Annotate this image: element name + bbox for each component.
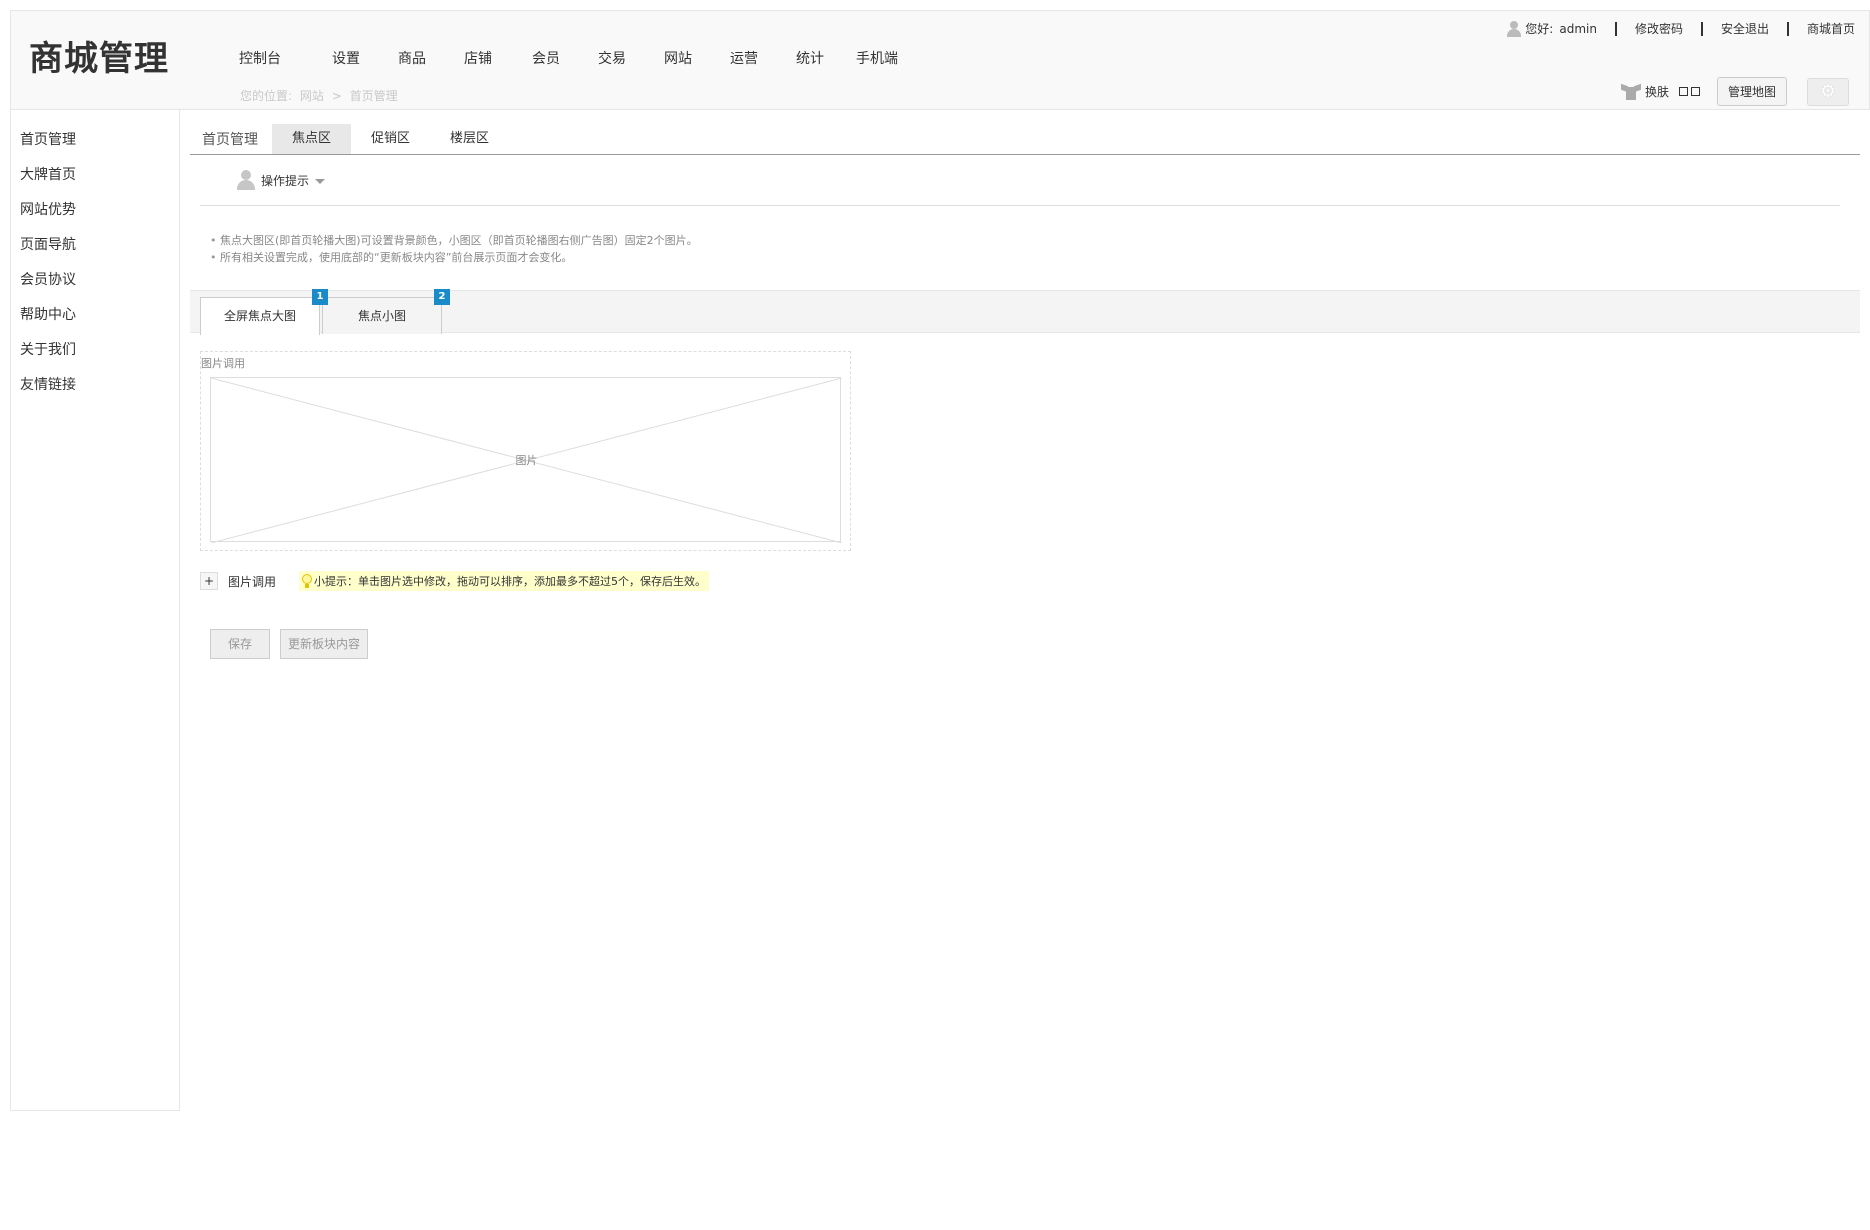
shirt-icon[interactable]: [1620, 83, 1641, 100]
nav-item-website[interactable]: 网站: [664, 48, 692, 68]
tips-list: 焦点大图区(即首页轮播大图)可设置背景颜色，小图区（即首页轮播图右侧广告图）固定…: [210, 232, 1860, 266]
breadcrumb-sep: >: [331, 89, 342, 103]
tip-item: 所有相关设置完成，使用底部的“更新板块内容”前台展示页面才会变化。: [210, 249, 1860, 266]
tips-user-icon: [237, 170, 255, 190]
settings-button[interactable]: ⚙: [1807, 77, 1849, 106]
sidebar-item-help-center[interactable]: 帮助中心: [11, 298, 179, 333]
skin-label[interactable]: 换肤: [1645, 83, 1669, 100]
tips-toggle[interactable]: 操作提示: [200, 155, 1840, 206]
hint-box: 小提示：单击图片选中修改，拖动可以排序，添加最多不超过5个，保存后生效。: [299, 571, 710, 591]
breadcrumb-page: 首页管理: [349, 89, 398, 103]
gear-icon: ⚙: [1819, 81, 1837, 102]
tips-title: 操作提示: [261, 173, 310, 188]
sidebar-item-brand-home[interactable]: 大牌首页: [11, 158, 179, 193]
breadcrumb-section[interactable]: 网站: [300, 89, 324, 103]
nav-item-settings[interactable]: 设置: [332, 48, 360, 68]
nav-item-mobile[interactable]: 手机端: [856, 48, 898, 68]
nav-item-console[interactable]: 控制台: [239, 48, 281, 68]
username: admin: [1559, 22, 1597, 36]
nav-item-members[interactable]: 会员: [532, 48, 560, 68]
mall-home-link[interactable]: 商城首页: [1786, 22, 1869, 36]
add-image-button[interactable]: +: [200, 572, 218, 590]
sidebar-item-about-us[interactable]: 关于我们: [11, 333, 179, 368]
tool-row: 换肤 管理地图 ⚙: [1620, 77, 1849, 106]
tab-badge: 2: [434, 289, 450, 305]
nav-item-goods[interactable]: 商品: [398, 48, 426, 68]
sidebar-item-site-advantages[interactable]: 网站优势: [11, 193, 179, 228]
hint-text: 小提示：单击图片选中修改，拖动可以排序，添加最多不超过5个，保存后生效。: [314, 575, 707, 588]
add-image-label[interactable]: 图片调用: [228, 573, 276, 590]
tab-promotion-area[interactable]: 促销区: [351, 124, 430, 154]
tip-item: 焦点大图区(即首页轮播大图)可设置背景颜色，小图区（即首页轮播图右侧广告图）固定…: [210, 232, 1860, 249]
nav-item-stores[interactable]: 店铺: [464, 48, 492, 68]
tab-floor-area[interactable]: 楼层区: [430, 124, 509, 154]
breadcrumb-prefix: 您的位置:: [240, 89, 293, 103]
change-password-link[interactable]: 修改密码: [1614, 22, 1701, 36]
skin-option-2[interactable]: [1690, 87, 1700, 96]
nav-item-stats[interactable]: 统计: [796, 48, 824, 68]
top-header: 商城管理 控制台 设置 商品 店铺 会员 交易 网站 运营 统计 手机端 您的位…: [10, 10, 1870, 110]
caret-down-icon: [315, 178, 326, 184]
image-placeholder[interactable]: 图片: [210, 377, 842, 543]
manage-map-button[interactable]: 管理地图: [1716, 77, 1787, 106]
bulb-icon: [302, 574, 313, 588]
section-title: 首页管理: [202, 132, 258, 148]
sidebar-item-friend-links[interactable]: 友情链接: [11, 368, 179, 403]
nav-item-operations[interactable]: 运营: [730, 48, 758, 68]
action-buttons: 保存 更新板块内容: [210, 629, 1860, 659]
nav-item-trade[interactable]: 交易: [598, 48, 626, 68]
main-nav: 控制台 设置 商品 店铺 会员 交易 网站 运营 统计 手机端: [239, 48, 898, 68]
greeting-label: 您好:: [1525, 22, 1554, 36]
sidebar-item-page-navigation[interactable]: 页面导航: [11, 228, 179, 263]
add-image-row: + 图片调用 小提示：单击图片选中修改，拖动可以排序，添加最多不超过5个，保存后…: [200, 571, 1860, 591]
save-button[interactable]: 保存: [210, 629, 270, 659]
skin-option-1[interactable]: [1678, 87, 1688, 96]
user-icon: [1506, 21, 1522, 37]
breadcrumb: 您的位置: 网站 > 首页管理: [240, 87, 402, 104]
update-content-button[interactable]: 更新板块内容: [280, 629, 369, 659]
main-content: 首页管理 焦点区 促销区 楼层区 操作提示 焦点大图区(即首页轮播大图)可设置背…: [190, 110, 1860, 659]
tab-badge: 1: [312, 289, 328, 305]
focus-tabs: 全屏焦点大图 焦点小图 1 2: [190, 289, 1860, 335]
image-slot[interactable]: 图片调用 图片: [200, 351, 851, 551]
app-logo: 商城管理: [29, 39, 169, 79]
sidebar: 首页管理 大牌首页 网站优势 页面导航 会员协议 帮助中心 关于我们 友情链接: [10, 109, 180, 1111]
sidebar-item-home-management[interactable]: 首页管理: [11, 123, 179, 158]
tab-focus-area[interactable]: 焦点区: [272, 124, 351, 154]
logout-link[interactable]: 安全退出: [1700, 22, 1787, 36]
tab-fullscreen-focus[interactable]: 全屏焦点大图: [200, 297, 320, 335]
sidebar-item-member-agreement[interactable]: 会员协议: [11, 263, 179, 298]
top-links: 您好: admin 修改密码 安全退出 商城首页: [1500, 11, 1869, 47]
user-greeting: 您好: admin: [1500, 21, 1615, 37]
placeholder-text: 图片: [515, 454, 538, 467]
section-tabs: 首页管理 焦点区 促销区 楼层区: [190, 110, 1860, 155]
tab-focus-small[interactable]: 焦点小图: [322, 297, 442, 334]
image-slot-label: 图片调用: [201, 357, 245, 370]
